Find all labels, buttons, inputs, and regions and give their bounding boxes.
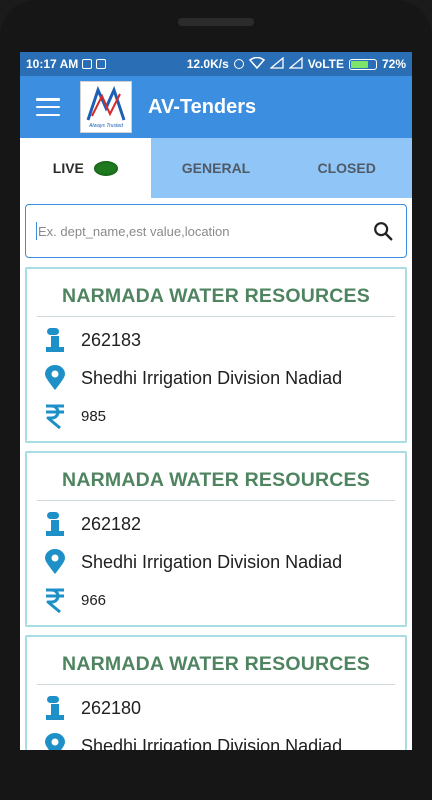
tender-card[interactable]: NARMADA WATER RESOURCES 262180 Shedhi Ir… (25, 635, 407, 750)
tab-general[interactable]: GENERAL (150, 138, 282, 198)
location: Shedhi Irrigation Division Nadiad (81, 551, 343, 572)
tab-live[interactable]: LIVE (20, 138, 151, 198)
search-input[interactable] (38, 223, 372, 239)
tender-id-row: 262183 (33, 321, 399, 359)
wifi-icon (248, 56, 265, 72)
tender-list: NARMADA WATER RESOURCES 262183 Shedhi Ir… (20, 267, 412, 750)
app-bar: Always Trusted AV-Tenders (20, 76, 412, 138)
tender-id-row: 262182 (33, 505, 399, 543)
signal-icon-2 (287, 56, 303, 72)
tab-general-label: GENERAL (181, 160, 251, 176)
value-row: 985 (33, 397, 399, 435)
department-title: NARMADA WATER RESOURCES (37, 269, 395, 317)
battery-percent: 72% (381, 57, 406, 71)
location-pin-icon (41, 548, 69, 576)
tab-closed-label: CLOSED (317, 160, 376, 176)
notification-icon (96, 59, 107, 69)
tab-live-label: LIVE (52, 160, 84, 176)
tender-id: 262183 (81, 329, 142, 350)
network-speed: 12.0K/s (186, 57, 229, 71)
department-title: NARMADA WATER RESOURCES (37, 637, 395, 685)
location-pin-icon (41, 732, 69, 750)
tab-closed[interactable]: CLOSED (281, 138, 412, 198)
screen: 10:17 AM 12.0K/s VoLTE 72% Always Truste… (20, 52, 412, 750)
status-time: 10:17 AM (26, 57, 79, 71)
text-caret (36, 222, 37, 240)
bottom-bezel (0, 750, 432, 800)
location-row: Shedhi Irrigation Division Nadiad (33, 359, 399, 397)
phone-frame: 10:17 AM 12.0K/s VoLTE 72% Always Truste… (0, 0, 432, 800)
sim-icon (82, 59, 93, 69)
hamburger-menu-icon[interactable] (36, 98, 60, 116)
live-indicator-icon (93, 160, 118, 176)
value-row: 966 (33, 581, 399, 619)
tender-id-icon (41, 326, 69, 354)
status-bar: 10:17 AM 12.0K/s VoLTE 72% (20, 52, 412, 76)
location: Shedhi Irrigation Division Nadiad (81, 367, 343, 388)
battery-icon (348, 58, 377, 70)
network-type: VoLTE (307, 57, 344, 71)
search-box (25, 204, 407, 258)
tender-id: 262180 (81, 697, 142, 718)
tender-id: 262182 (81, 513, 142, 534)
search-icon[interactable] (372, 220, 394, 242)
rupee-icon (41, 402, 69, 430)
rupee-icon (41, 586, 69, 614)
signal-icon (268, 56, 284, 72)
alarm-icon (233, 59, 244, 69)
app-title: AV-Tenders (148, 95, 257, 118)
logo-tagline: Always Trusted (89, 122, 123, 129)
estimated-value: 966 (81, 591, 107, 609)
app-logo: Always Trusted (80, 81, 132, 133)
tender-id-icon (41, 694, 69, 722)
tender-id-icon (41, 510, 69, 538)
department-title: NARMADA WATER RESOURCES (37, 453, 395, 501)
tab-bar: LIVE GENERAL CLOSED (20, 138, 412, 198)
tender-card[interactable]: NARMADA WATER RESOURCES 262182 Shedhi Ir… (25, 451, 407, 627)
estimated-value: 985 (81, 407, 107, 425)
location-row: Shedhi Irrigation Division Nadiad (33, 543, 399, 581)
av-logo-icon (86, 85, 126, 120)
location-row: Shedhi Irrigation Division Nadiad (33, 727, 399, 750)
battery-fill (350, 60, 369, 68)
location: Shedhi Irrigation Division Nadiad (81, 735, 343, 751)
tender-id-row: 262180 (33, 689, 399, 727)
tender-card[interactable]: NARMADA WATER RESOURCES 262183 Shedhi Ir… (25, 267, 407, 443)
location-pin-icon (41, 364, 69, 392)
